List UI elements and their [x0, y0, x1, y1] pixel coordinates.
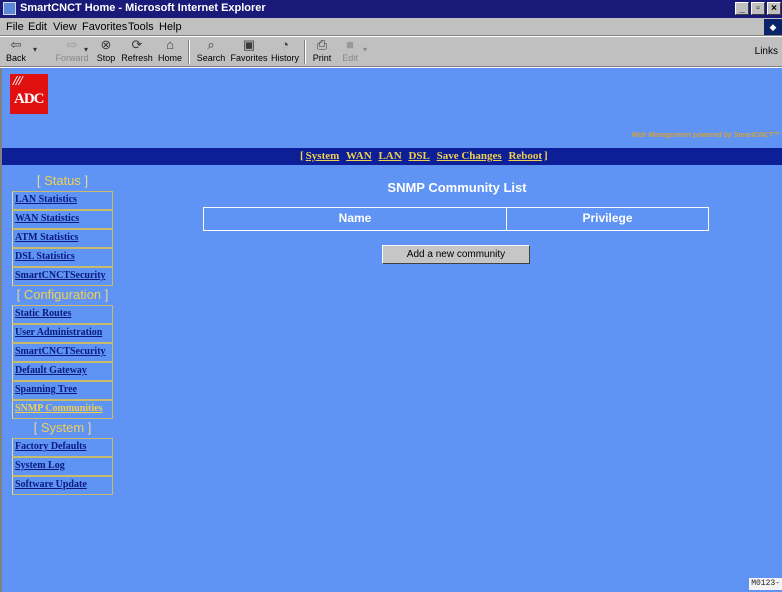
back-button[interactable]: ⇦ Back [2, 37, 30, 67]
sidebar-item-default-gateway[interactable]: Default Gateway [12, 362, 113, 381]
column-header-privilege: Privilege [582, 211, 633, 225]
toolbar-separator [188, 40, 190, 64]
sidebar-item-wan-statistics[interactable]: WAN Statistics [12, 210, 113, 229]
sidebar-item-factory-defaults[interactable]: Factory Defaults [12, 438, 113, 457]
menu-favorites[interactable]: Favorites [82, 21, 127, 33]
menu-help[interactable]: Help [159, 21, 182, 33]
logo-mark: /// [13, 74, 23, 89]
menu-bar: File Edit View Favorites Tools Help ◆ [0, 18, 782, 36]
refresh-button[interactable]: ⟳ Refresh [120, 37, 154, 67]
add-community-button[interactable]: Add a new community [382, 245, 530, 264]
forward-dropdown-icon[interactable]: ▾ [84, 45, 88, 54]
history-icon: ◔ [281, 37, 289, 52]
sidebar-item-config-security[interactable]: SmartCNCTSecurity [12, 343, 113, 362]
edit-label: Edit [342, 53, 358, 63]
home-label: Home [157, 53, 182, 63]
sidebar-item-static-routes[interactable]: Static Routes [12, 305, 113, 324]
edit-button[interactable]: ■ Edit [338, 37, 362, 67]
maximize-button[interactable]: ▫ [751, 2, 765, 15]
toolbar-separator [304, 40, 306, 64]
powered-by-text: Web Management powered by SmartCNCT™ [631, 132, 780, 139]
search-label: Search [196, 53, 226, 63]
sidebar-item-dsl-statistics[interactable]: DSL Statistics [12, 248, 113, 267]
stop-label: Stop [96, 53, 116, 63]
forward-label: Forward [55, 53, 89, 63]
favorites-icon: ▣ [242, 37, 256, 52]
nav-system[interactable]: System [306, 150, 340, 162]
adc-logo: /// ADC [10, 74, 48, 114]
menu-view[interactable]: View [53, 21, 77, 33]
status-section-header: [ Status ] [36, 173, 89, 188]
window-title: SmartCNCT Home - Microsoft Internet Expl… [20, 2, 266, 14]
edit-dropdown-icon[interactable]: ▾ [363, 45, 367, 54]
home-button[interactable]: ⌂ Home [155, 37, 185, 67]
print-label: Print [312, 53, 332, 63]
back-label: Back [5, 53, 26, 63]
print-button[interactable]: ⎙ Print [309, 37, 335, 67]
status-section-title: Status [44, 173, 81, 188]
close-button[interactable]: × [767, 2, 781, 15]
ie-icon [3, 2, 16, 15]
menu-edit[interactable]: Edit [28, 21, 47, 33]
windows-logo-icon: ◆ [764, 19, 782, 35]
history-label: History [270, 53, 299, 63]
menu-file[interactable]: File [6, 21, 24, 33]
sidebar-item-software-update[interactable]: Software Update [12, 476, 113, 495]
back-arrow-icon: ⇦ [10, 37, 22, 52]
history-button[interactable]: ◔ History [270, 37, 300, 67]
top-nav-links: [System WAN LAN DSL Save Changes Reboot] [300, 150, 548, 162]
nav-reboot[interactable]: Reboot [508, 150, 542, 162]
printer-icon: ⎙ [316, 37, 328, 52]
browser-toolbar: ⇦ Back ▾ ⇨ Forward ▾ ⊗ Stop ⟳ Refresh ⌂ … [0, 37, 782, 67]
community-table: Name Privilege [203, 207, 709, 231]
top-nav-bar: [System WAN LAN DSL Save Changes Reboot] [2, 148, 782, 165]
logo-text: ADC [14, 91, 44, 107]
menu-tools[interactable]: Tools [128, 21, 154, 33]
favorites-button[interactable]: ▣ Favorites [229, 37, 269, 67]
sidebar-item-status-security[interactable]: SmartCNCTSecurity [12, 267, 113, 286]
sidebar-item-atm-statistics[interactable]: ATM Statistics [12, 229, 113, 248]
favorites-label: Favorites [230, 53, 268, 63]
nav-lan[interactable]: LAN [378, 150, 401, 162]
links-button[interactable]: Links [755, 46, 778, 57]
search-button[interactable]: ⌕ Search [193, 37, 229, 67]
edit-page-icon: ■ [346, 37, 354, 52]
stop-button[interactable]: ⊗ Stop [92, 37, 120, 67]
sidebar-item-system-log[interactable]: System Log [12, 457, 113, 476]
system-section-title: System [40, 420, 85, 435]
stop-icon: ⊗ [100, 37, 112, 52]
page-title: SNMP Community List [387, 180, 527, 195]
sidebar-item-user-administration[interactable]: User Administration [12, 324, 113, 343]
configuration-section-header: [ Configuration ] [16, 287, 109, 302]
refresh-label: Refresh [121, 53, 153, 63]
nav-dsl[interactable]: DSL [408, 150, 429, 162]
sidebar-item-snmp-communities[interactable]: SNMP Communities [12, 400, 113, 419]
system-section-header: [ System ] [33, 420, 92, 435]
configuration-section-title: Configuration [23, 287, 102, 302]
web-page: /// ADC Web Management powered by SmartC… [0, 68, 782, 592]
column-header-name: Name [204, 208, 507, 230]
nav-save-changes[interactable]: Save Changes [437, 150, 502, 162]
back-dropdown-icon[interactable]: ▾ [33, 45, 37, 54]
search-icon: ⌕ [207, 37, 215, 52]
sidebar-item-lan-statistics[interactable]: LAN Statistics [12, 191, 113, 210]
minimize-button[interactable]: _ [735, 2, 749, 15]
sidebar: [ Status ] LAN Statistics WAN Statistics… [12, 173, 113, 495]
nav-wan[interactable]: WAN [346, 150, 372, 162]
window-titlebar: SmartCNCT Home - Microsoft Internet Expl… [0, 0, 782, 18]
figure-id-label: M0123- [749, 578, 782, 590]
sidebar-item-spanning-tree[interactable]: Spanning Tree [12, 381, 113, 400]
home-icon: ⌂ [166, 37, 174, 52]
refresh-icon: ⟳ [131, 37, 143, 52]
